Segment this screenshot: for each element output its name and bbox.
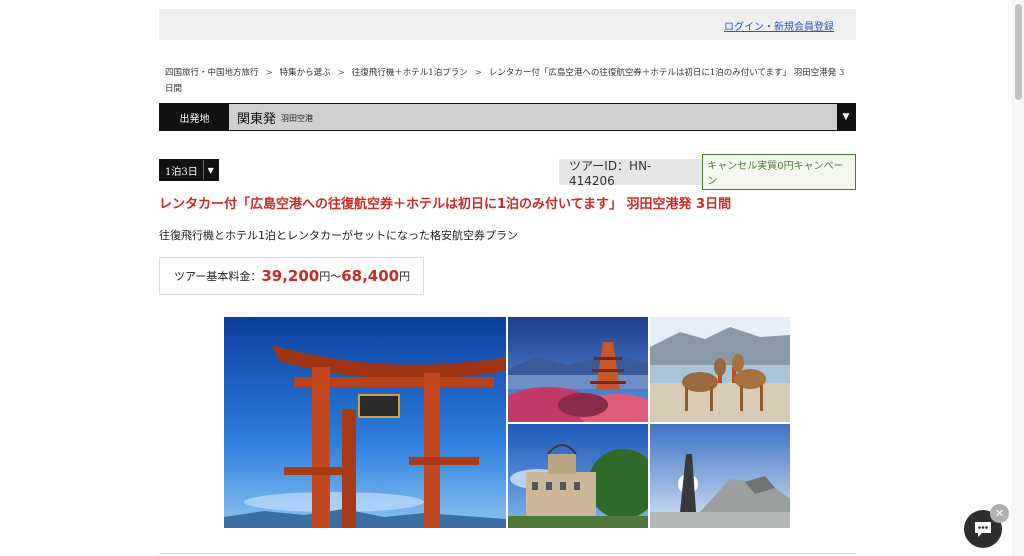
scrollbar-thumb[interactable]: [1015, 4, 1022, 100]
price-label: ツアー基本料金：: [174, 270, 262, 283]
breadcrumb-item-plan[interactable]: 往復飛行機＋ホテル1泊プラン: [352, 68, 468, 78]
dropdown-arrow-icon: ▼: [837, 104, 855, 130]
chat-close-button[interactable]: ✕: [990, 504, 1009, 523]
tour-id: ツアーID：HN-414206: [569, 158, 652, 188]
photo-stone-monument[interactable]: [650, 424, 790, 528]
price-min: 39,200: [261, 267, 320, 285]
tour-title: レンタカー付「広島空港への往復航空券＋ホテルは初日に1泊のみ付いてます」 羽田空…: [159, 197, 732, 212]
breadcrumb-item-shikoku[interactable]: 四国旅行・中国地方旅行: [165, 68, 259, 78]
chat-bubble-icon: [975, 522, 991, 537]
breadcrumb-separator: >: [337, 68, 345, 78]
cancel-campaign-badge[interactable]: キャンセル実質0円キャンペーン: [702, 154, 856, 190]
tour-id-box: ツアーID：HN-414206 キャンセル実質0円キャンペーン: [559, 154, 856, 190]
price-unit: 円: [399, 270, 411, 283]
price-max: 68,400: [341, 267, 400, 285]
photo-torii-gate[interactable]: [224, 317, 506, 528]
tour-description: 往復飛行機とホテル1泊とレンタカーがセットになった格安航空券プラン: [159, 229, 518, 242]
photo-deer-beach[interactable]: [650, 317, 790, 422]
section-divider: [159, 553, 856, 554]
price-unit: 円: [319, 270, 331, 283]
departure-selected: 関東発: [237, 111, 277, 127]
price-tilde: 〜: [330, 270, 342, 283]
scrollbar[interactable]: [1012, 0, 1024, 556]
top-bar: ログイン・新規会員登録: [159, 9, 856, 40]
breadcrumb-separator: >: [474, 68, 482, 78]
duration-dropdown[interactable]: 1泊3日 ▼: [159, 159, 219, 181]
departure-airport: 羽田空港: [281, 113, 314, 123]
login-register-link[interactable]: ログイン・新規会員登録: [724, 18, 834, 33]
duration-value: 1泊3日: [160, 160, 204, 180]
photo-pagoda-night[interactable]: [508, 317, 648, 422]
photo-atomic-dome[interactable]: [508, 424, 648, 528]
departure-dropdown[interactable]: 関東発 羽田空港 ▼: [229, 104, 855, 130]
price-box: ツアー基本料金： 39,200 円 〜 68,400 円: [159, 257, 424, 295]
breadcrumb-item-feature[interactable]: 特集から選ぶ: [280, 68, 331, 78]
departure-selector: 出発地 関東発 羽田空港 ▼: [159, 103, 856, 131]
breadcrumb: 四国旅行・中国地方旅行 > 特集から選ぶ > 往復飛行機＋ホテル1泊プラン > レンタカー付…: [165, 65, 845, 97]
chevron-down-icon: ▼: [203, 160, 218, 180]
departure-label: 出発地: [160, 104, 229, 130]
breadcrumb-separator: >: [265, 68, 273, 78]
